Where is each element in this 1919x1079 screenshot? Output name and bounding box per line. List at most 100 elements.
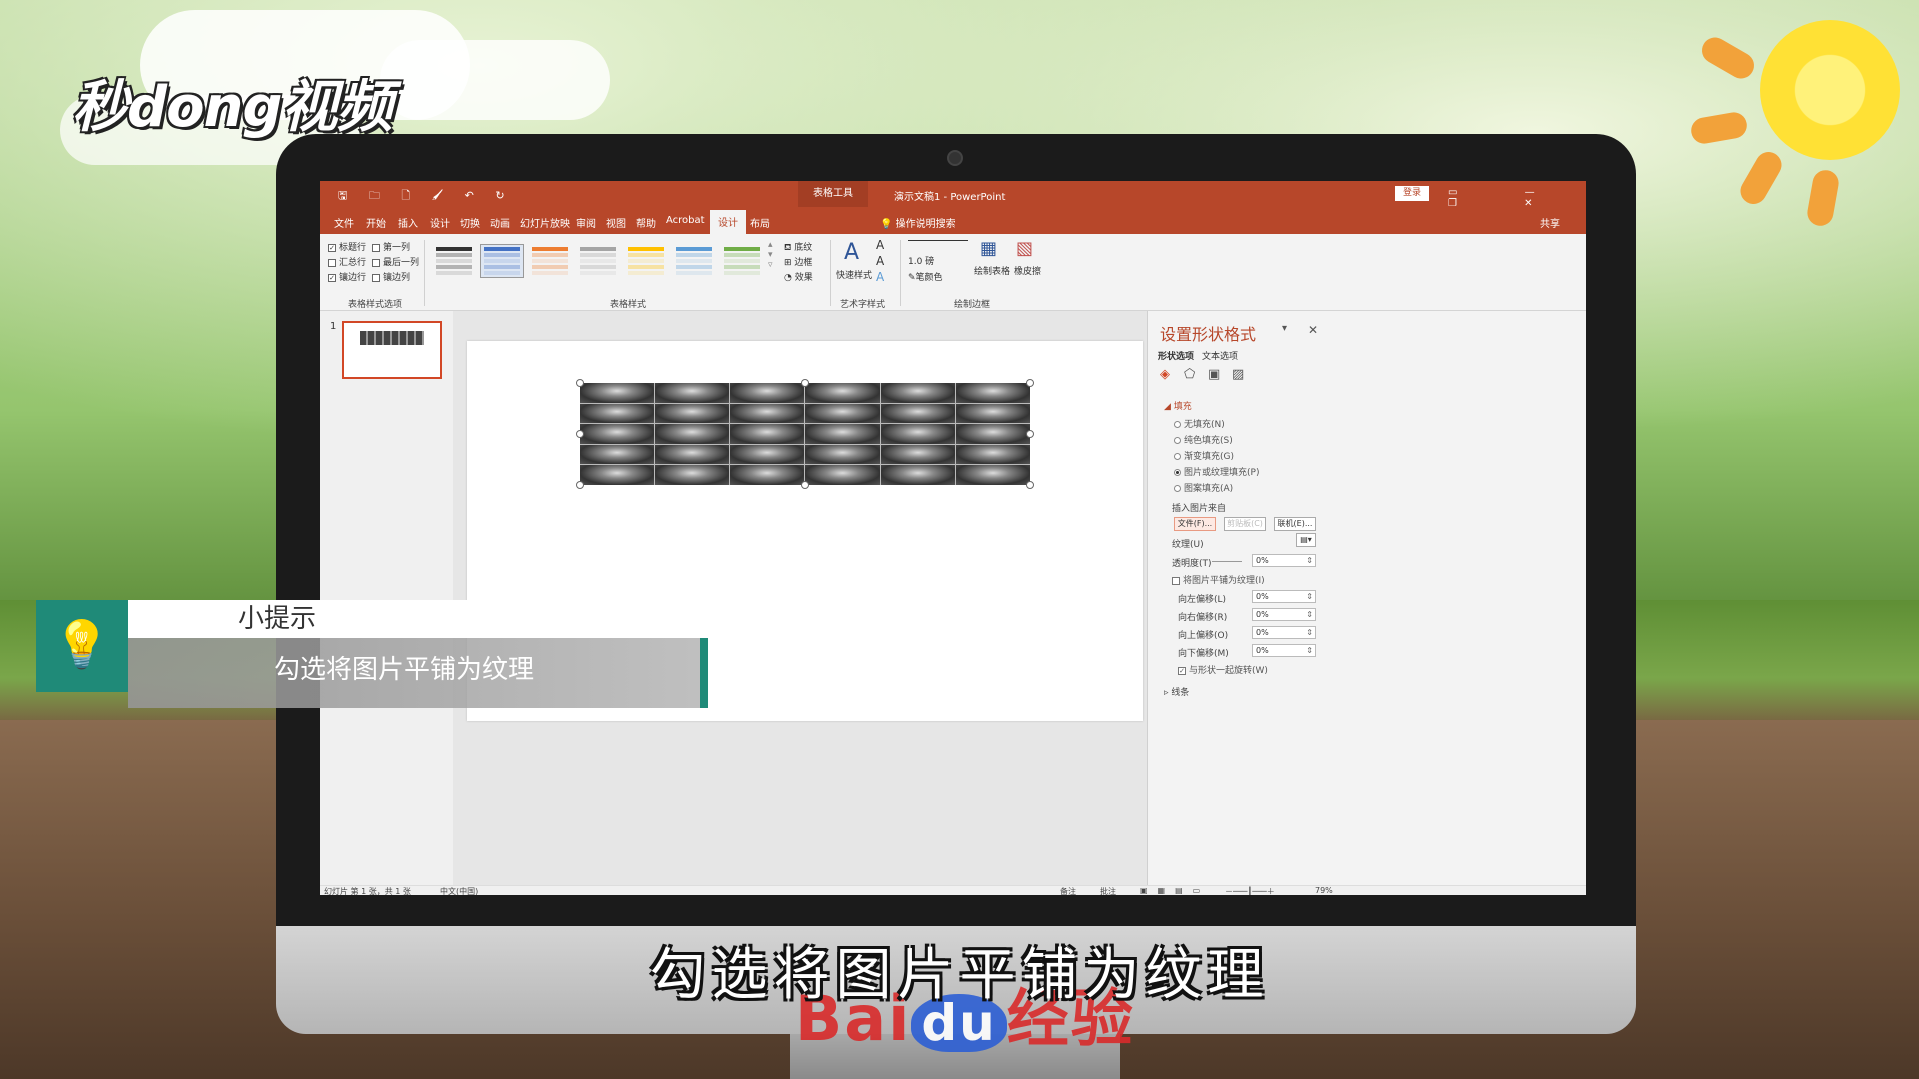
online-button[interactable]: 联机(E)... [1274,517,1316,531]
text-effects-icon[interactable]: A [876,270,884,284]
table-style-swatch[interactable] [480,244,524,278]
table-cell[interactable] [730,424,805,444]
table-cell[interactable] [655,444,730,465]
table-cell[interactable] [880,383,955,403]
tab-table-design[interactable]: 设计 [710,210,746,234]
table-style-swatch[interactable] [624,244,668,278]
eraser-label[interactable]: 橡皮擦 [1014,264,1041,277]
resize-handle[interactable] [801,481,809,489]
table-style-swatch[interactable] [672,244,716,278]
table-cell[interactable] [955,444,1030,465]
file-button[interactable]: 文件(F)... [1174,517,1216,531]
zoom-level[interactable]: 79% [1315,886,1333,895]
table-cell[interactable] [805,383,880,403]
tab-view[interactable]: 视图 [606,215,626,230]
option-last-column[interactable]: 最后一列 [372,255,419,268]
shading-button[interactable]: ⛾ 底纹 [784,240,812,254]
quick-styles-label[interactable]: 快速样式 [836,268,872,281]
table-cell[interactable] [580,424,655,444]
pen-style-dropdown[interactable] [908,240,968,250]
resize-handle[interactable] [576,430,584,438]
resize-handle[interactable] [801,379,809,387]
window-controls[interactable]: ▭ — ❐ ✕ [1448,187,1586,209]
table-cell[interactable] [880,444,955,465]
option-header-row[interactable]: ✓ 标题行 [328,240,366,253]
notes-button[interactable]: 备注 [1060,886,1076,895]
option-banded-rows[interactable]: ✓ 镶边行 [328,270,366,283]
table-style-swatch[interactable] [528,244,572,278]
quick-access-toolbar[interactable]: 🖫 🗀 🗋 🖌 ↶ ↻ [338,187,514,206]
table-cell[interactable] [730,403,805,424]
tab-home[interactable]: 开始 [366,215,386,230]
table-cell[interactable] [655,465,730,485]
resize-handle[interactable] [1026,481,1034,489]
pen-weight-dropdown[interactable]: 1.0 磅 [908,254,934,267]
pane-options-icon[interactable]: ▾ [1282,323,1287,334]
tab-transitions[interactable]: 切换 [460,215,480,230]
language-status[interactable]: 中文(中国) [440,886,478,895]
tab-design[interactable]: 设计 [430,215,450,230]
picture-icon[interactable]: ▨ [1232,367,1244,382]
radio-gradient-fill[interactable]: 渐变填充(G) [1174,449,1234,462]
table-cell[interactable] [655,383,730,403]
table-style-swatch[interactable] [432,244,476,278]
gallery-scroll-icon[interactable]: ▴ ▾ ▿ [768,240,773,270]
table-cell[interactable] [880,403,955,424]
option-first-column[interactable]: 第一列 [372,240,410,253]
table-cell[interactable] [580,383,655,403]
tab-text-options[interactable]: 文本选项 [1202,349,1238,362]
tab-help[interactable]: 帮助 [636,215,656,230]
transparency-input[interactable]: 0% [1252,554,1316,567]
comments-button[interactable]: 批注 [1100,886,1116,895]
resize-handle[interactable] [1026,430,1034,438]
quick-styles-icon[interactable]: A [844,240,859,265]
tab-slideshow[interactable]: 幻灯片放映 [520,215,570,230]
offset-bottom-input[interactable]: 0% [1252,644,1316,657]
texture-dropdown[interactable]: ▤▾ [1296,533,1316,547]
slide-thumbnail[interactable] [342,321,442,379]
radio-no-fill[interactable]: 无填充(N) [1174,417,1225,430]
effect-button[interactable]: ◔ 效果 [784,270,813,283]
zoom-slider[interactable]: －───┃───＋ [1225,886,1275,895]
table-cell[interactable] [955,383,1030,403]
transparency-slider[interactable] [1212,561,1242,563]
radio-picture-fill[interactable]: 图片或纹理填充(P) [1174,465,1259,478]
tab-layout[interactable]: 布局 [750,215,770,230]
option-total-row[interactable]: 汇总行 [328,255,366,268]
offset-top-input[interactable]: 0% [1252,626,1316,639]
tab-insert[interactable]: 插入 [398,215,418,230]
clipboard-button[interactable]: 剪贴板(C) [1224,517,1266,531]
table-object[interactable] [580,383,1030,485]
table-cell[interactable] [730,465,805,485]
eraser-icon[interactable]: ▧ [1016,238,1033,259]
tell-me-search[interactable]: 💡 操作说明搜索 [880,215,956,230]
view-buttons[interactable]: ▣▦▤▭ [1140,886,1210,895]
table-cell[interactable] [655,403,730,424]
tab-file[interactable]: 文件 [334,215,354,230]
resize-handle[interactable] [576,481,584,489]
table-cell[interactable] [955,424,1030,444]
table-cell[interactable] [805,424,880,444]
offset-right-input[interactable]: 0% [1252,608,1316,621]
table-style-swatch[interactable] [576,244,620,278]
table-cell[interactable] [580,465,655,485]
size-properties-icon[interactable]: ▣ [1208,367,1220,382]
fill-section-header[interactable]: ◢ 填充 [1164,399,1192,412]
resize-handle[interactable] [576,379,584,387]
login-button[interactable]: 登录 [1395,186,1429,201]
close-icon[interactable]: ✕ [1308,323,1318,337]
offset-left-input[interactable]: 0% [1252,590,1316,603]
text-fill-icon[interactable]: A [876,238,884,252]
option-banded-columns[interactable]: 镶边列 [372,270,410,283]
table-style-swatch[interactable] [720,244,764,278]
tile-picture-checkbox[interactable]: 将图片平铺为纹理(I) [1172,573,1265,586]
rotate-with-shape-checkbox[interactable]: ✓ 与形状一起旋转(W) [1178,663,1268,676]
effects-pentagon-icon[interactable]: ⬠ [1184,367,1195,382]
tab-animations[interactable]: 动画 [490,215,510,230]
tab-shape-options[interactable]: 形状选项 [1158,349,1194,362]
table-cell[interactable] [955,465,1030,485]
radio-pattern-fill[interactable]: 图案填充(A) [1174,481,1233,494]
table-cell[interactable] [805,465,880,485]
table-cell[interactable] [580,403,655,424]
table-cell[interactable] [730,383,805,403]
